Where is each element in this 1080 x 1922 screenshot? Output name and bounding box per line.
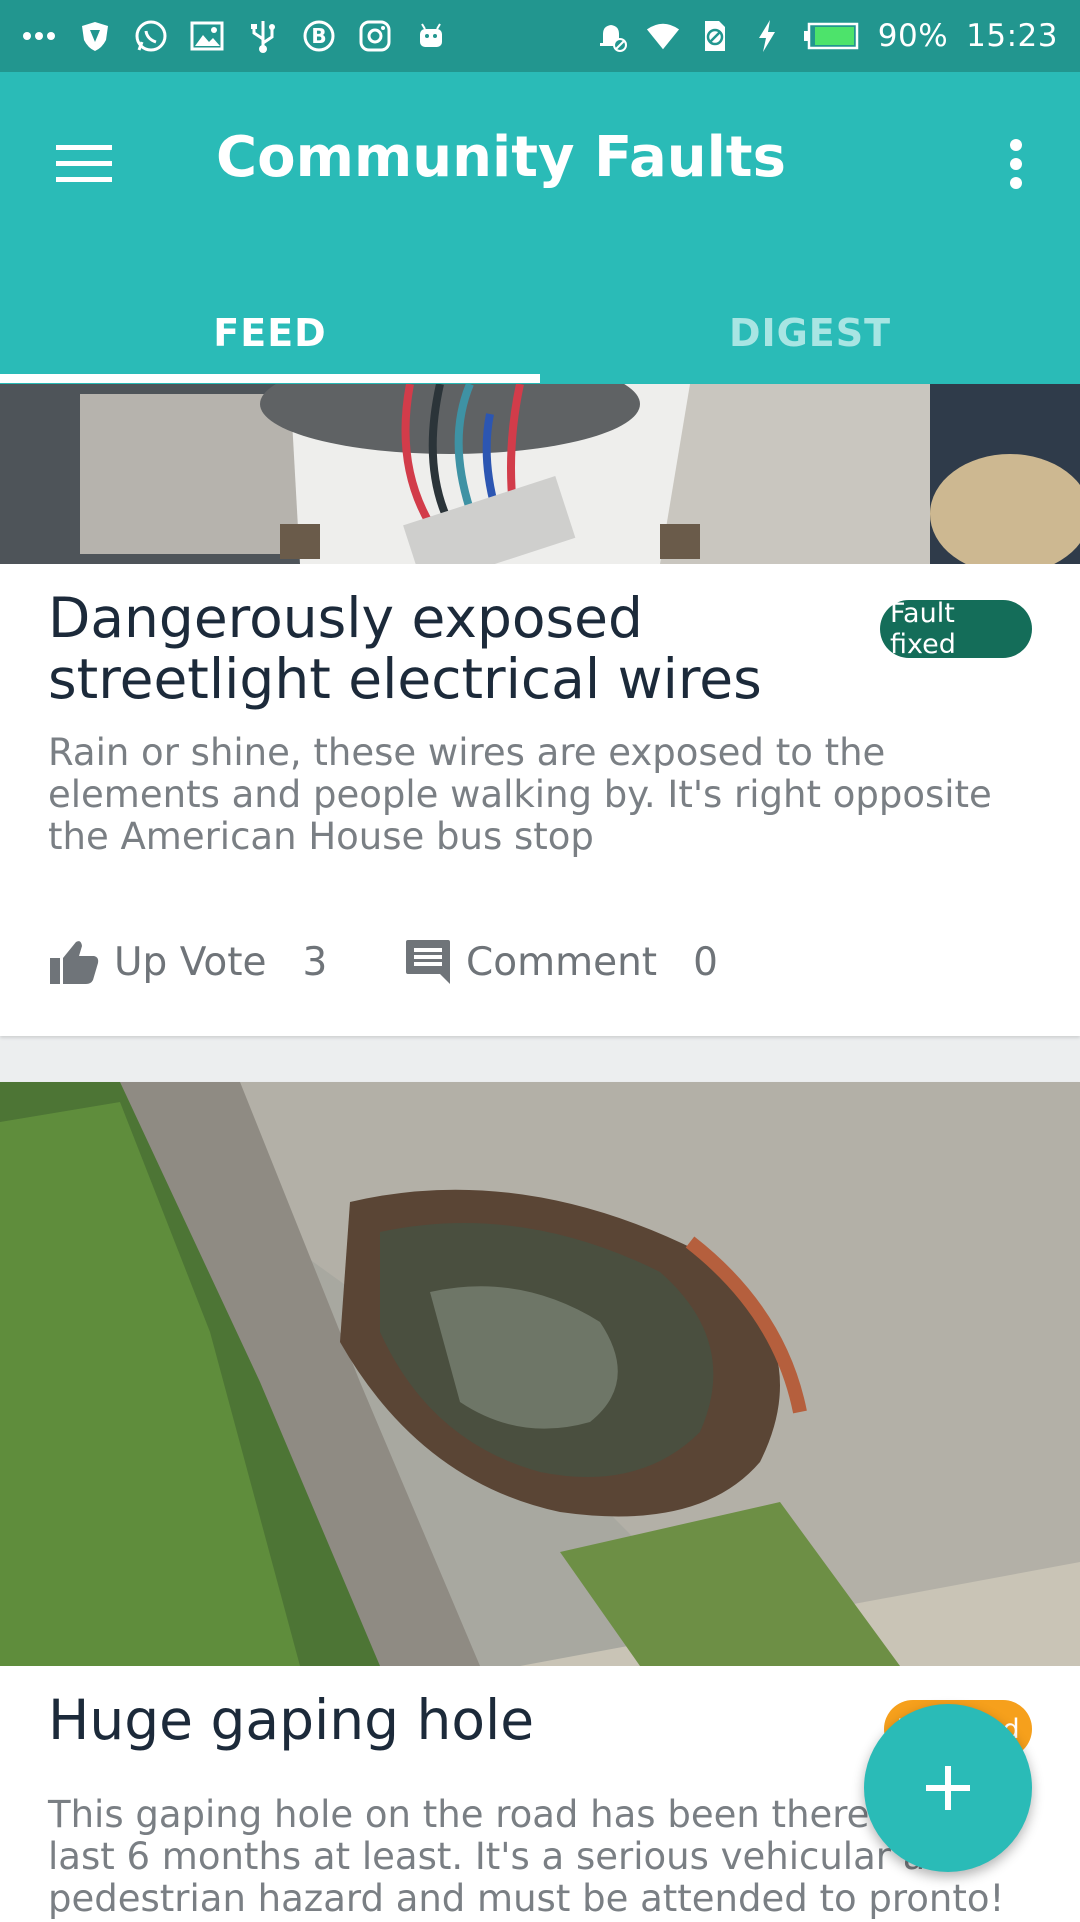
tab-feed[interactable]: FEED	[0, 282, 540, 384]
comment-icon	[406, 940, 450, 984]
status-bar: B 90% 15:23	[0, 0, 1080, 72]
no-sim-icon	[698, 19, 732, 53]
hamburger-icon	[56, 145, 112, 182]
app-title: Community Faults	[216, 125, 786, 190]
upvote-button[interactable]: Up Vote 3	[48, 922, 327, 1002]
more-vert-icon	[1010, 139, 1022, 189]
wifi-icon	[646, 19, 680, 53]
fault-card[interactable]: Dangerously exposed streetlight electric…	[0, 384, 1080, 1036]
shield-icon	[78, 19, 112, 53]
fault-description: This gaping hole on the road has been th…	[48, 1793, 1005, 1920]
comment-count: 0	[693, 939, 718, 985]
tab-indicator	[0, 374, 540, 383]
upvote-count: 3	[302, 939, 328, 985]
upvote-label: Up Vote	[114, 939, 267, 985]
status-badge: Fault fixed	[880, 598, 1032, 660]
comment-button[interactable]: Comment 0	[404, 922, 718, 1002]
fault-description: Rain or shine, these wires are exposed t…	[48, 731, 992, 858]
fault-photo	[0, 384, 1080, 564]
fault-photo	[0, 1082, 1080, 1666]
fault-title: Dangerously exposed streetlight electric…	[48, 586, 762, 711]
alarm-off-icon	[594, 19, 628, 53]
app-bar: Community Faults FEED DIGEST	[0, 72, 1080, 384]
battery-icon	[802, 19, 860, 53]
b-icon: B	[302, 19, 336, 53]
notification-icons: B	[22, 19, 448, 53]
battery-percent: 90%	[877, 18, 949, 54]
instagram-icon	[358, 19, 392, 53]
add-fault-button[interactable]	[864, 1704, 1032, 1872]
plus-icon	[926, 1766, 970, 1810]
fault-title: Huge gaping hole	[48, 1688, 535, 1752]
charging-icon	[750, 19, 784, 53]
svg-text:B: B	[311, 24, 326, 48]
usb-icon	[246, 19, 280, 53]
android-icon	[414, 19, 448, 53]
comment-label: Comment	[466, 939, 658, 985]
image-icon	[190, 19, 224, 53]
whatsapp-icon	[134, 19, 168, 53]
overflow-menu-button[interactable]	[986, 122, 1046, 206]
more-icon	[22, 19, 56, 53]
clock: 15:23	[966, 18, 1058, 54]
tab-digest[interactable]: DIGEST	[540, 282, 1080, 384]
thumb-up-icon	[50, 941, 99, 984]
menu-button[interactable]	[42, 122, 126, 206]
system-icons: 90% 15:23	[594, 18, 1058, 54]
